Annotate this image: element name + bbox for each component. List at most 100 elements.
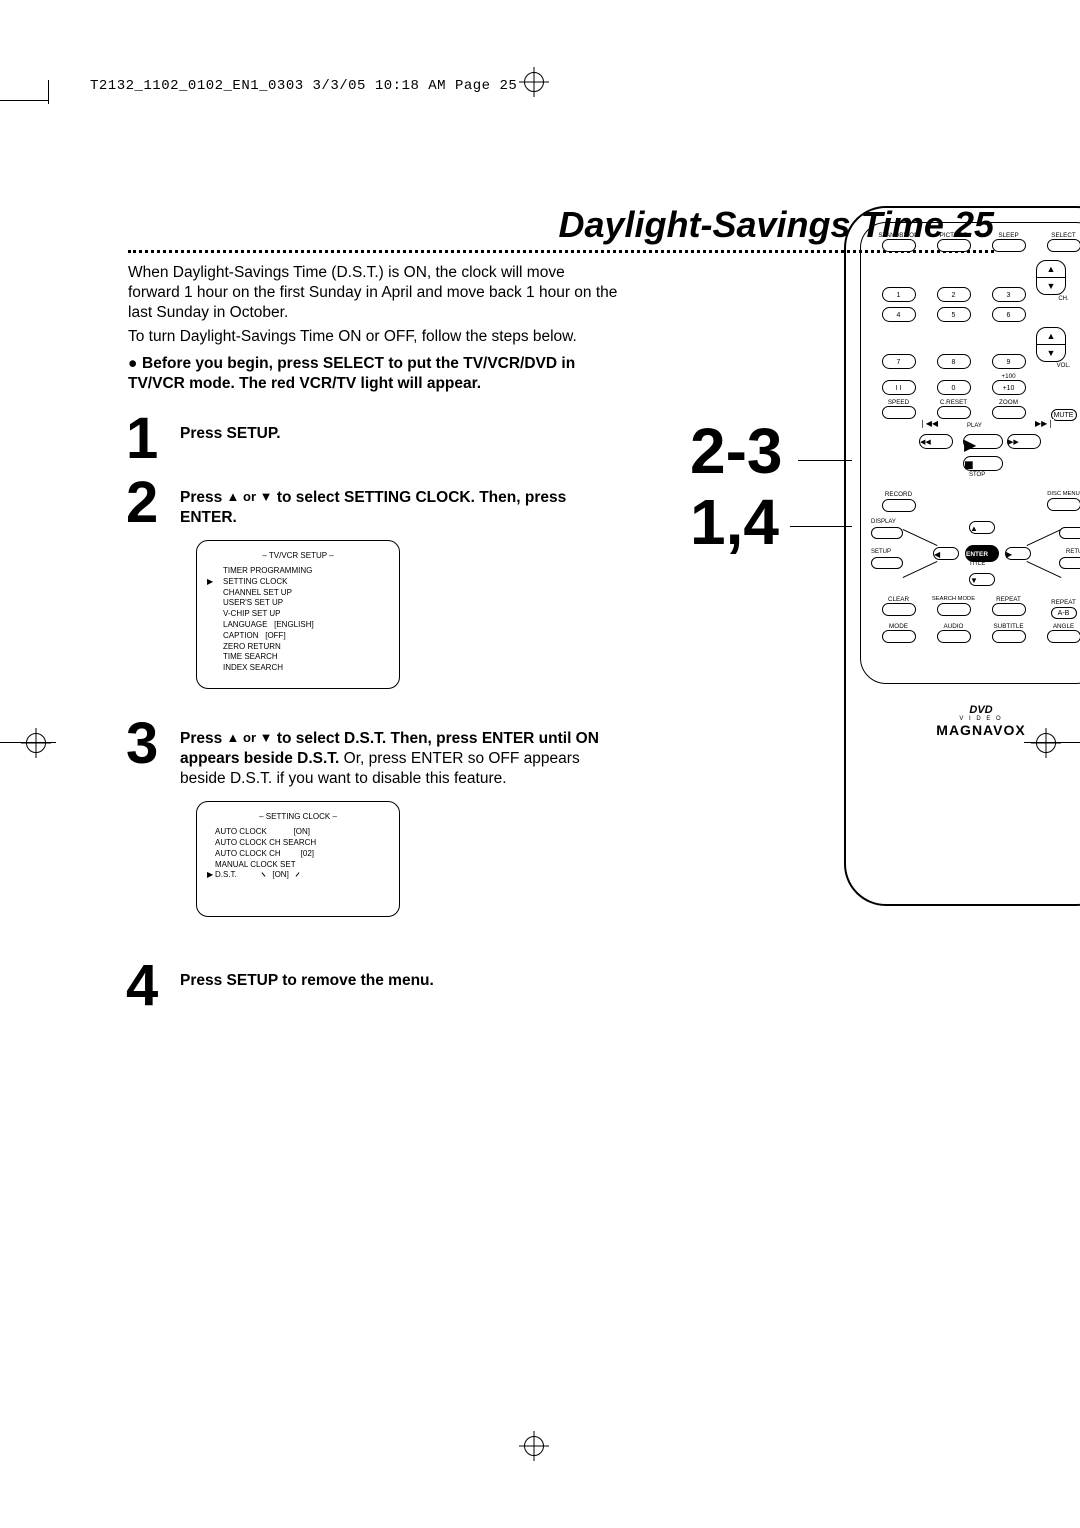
play-button[interactable]: ▶	[963, 434, 1003, 449]
osd1-item: TIMER PROGRAMMING	[207, 566, 389, 577]
label-angle: ANGLE	[1053, 623, 1074, 630]
searchmode-button[interactable]	[937, 603, 971, 616]
mode-button[interactable]	[882, 630, 916, 643]
channel-rocker[interactable]: ▲▼	[1036, 260, 1066, 295]
enter-button[interactable]: ENTER	[965, 545, 999, 562]
record-button[interactable]	[882, 499, 916, 512]
label-stop: STOP	[969, 472, 985, 478]
digit-7[interactable]: 7	[882, 354, 916, 369]
label-plus100: +100	[1001, 373, 1015, 380]
remote-illustration: STANDBY-ON PICTURE SLEEP SELECT 1 2 3 ▲▼…	[844, 206, 1080, 906]
plus10-button[interactable]: +10	[992, 380, 1026, 395]
mute-button[interactable]: MUTE	[1051, 409, 1077, 421]
speed-button[interactable]	[882, 406, 916, 419]
intro-2: To turn Daylight-Savings Time ON or OFF,…	[128, 327, 618, 347]
intro-1: When Daylight-Savings Time (D.S.T.) is O…	[128, 263, 618, 323]
repeat-ab-button[interactable]: A-B	[1051, 607, 1077, 619]
label-record: RECORD	[885, 491, 912, 498]
callout-2-3: 2-3	[690, 418, 783, 485]
creset-button[interactable]	[937, 406, 971, 419]
step-1: 1 Press SETUP.	[128, 424, 618, 444]
transport-cluster: PLAY ❘◀◀ ▶▶❘ ◀◀ ▶ ▶▶ ■ STOP	[871, 426, 1080, 486]
step-4: 4 Press SETUP to remove the menu.	[128, 971, 618, 991]
brand-name: MAGNAVOX	[936, 722, 1025, 738]
discmenu-button[interactable]	[1047, 498, 1080, 511]
label-audio: AUDIO	[944, 623, 964, 630]
nav-right-button[interactable]: ▶	[1005, 547, 1031, 560]
osd2-item: AUTO CLOCK [ON]	[207, 827, 389, 838]
label-vol: VOL.	[1036, 363, 1080, 369]
display-button[interactable]	[871, 527, 903, 539]
osd2-title: – SETTING CLOCK –	[207, 812, 389, 823]
step-1-number: 1	[126, 410, 158, 468]
label-title: TITLE	[969, 561, 985, 567]
step-4-text: Press SETUP to remove the menu.	[180, 972, 434, 989]
label-zoom: ZOOM	[999, 399, 1018, 406]
volume-rocker[interactable]: ▲▼	[1036, 327, 1066, 362]
page-content: Daylight-Savings Time 25 STANDBY-ON PICT…	[128, 202, 994, 992]
digit-1[interactable]: 1	[882, 287, 916, 302]
print-slug: T2132_1102_0102_EN1_0303 3/3/05 10:18 AM…	[90, 78, 517, 94]
digit-5[interactable]: 5	[937, 307, 971, 322]
next-icon: ▶▶❘	[1035, 419, 1054, 428]
pause-button[interactable]: I I	[882, 380, 916, 395]
angle-button[interactable]	[1047, 630, 1080, 643]
rewind-button[interactable]: ◀◀	[919, 434, 953, 449]
digit-3[interactable]: 3	[992, 287, 1026, 302]
step-2-number: 2	[126, 474, 158, 532]
clear-button[interactable]	[882, 603, 916, 616]
callout-1-4: 1,4	[690, 489, 783, 556]
step-2: 2 Press ▲ or ▼ to select SETTING CLOCK. …	[128, 488, 618, 689]
standby-button[interactable]	[882, 239, 916, 252]
label-standby: STANDBY-ON	[878, 232, 918, 239]
osd1-item: LANGUAGE [ENGLISH]	[207, 620, 389, 631]
nav-left-button[interactable]: ◀	[933, 547, 959, 560]
label-searchmode: SEARCH MODE	[932, 596, 975, 602]
osd2-item: MANUAL CLOCK SET	[207, 860, 389, 871]
digit-9[interactable]: 9	[992, 354, 1026, 369]
label-picture: PICTURE	[940, 232, 968, 239]
osd1-item: V-CHIP SET UP	[207, 609, 389, 620]
osd-tvvcr-setup: – TV/VCR SETUP – TIMER PROGRAMMING▶SETTI…	[196, 540, 400, 689]
label-mode: MODE	[889, 623, 908, 630]
digit-4[interactable]: 4	[882, 307, 916, 322]
step-3: 3 Press ▲ or ▼ to select D.S.T. Then, pr…	[128, 729, 618, 917]
digit-2[interactable]: 2	[937, 287, 971, 302]
osd1-title: – TV/VCR SETUP –	[207, 551, 389, 562]
osd1-item: ▶SETTING CLOCK	[207, 577, 389, 588]
fastfwd-button[interactable]: ▶▶	[1007, 434, 1041, 449]
nav-cluster: DISPLAY SETUP ▲ ◀ ENTER ▶ ▼ TITLE RETURN	[871, 519, 1080, 593]
return-button[interactable]	[1059, 557, 1080, 569]
nav-up-button[interactable]: ▲	[969, 521, 995, 534]
remote-brand: DVD V I D E O MAGNAVOX	[846, 704, 1080, 738]
label-repeat-ab: REPEAT	[1051, 599, 1076, 606]
callout-numbers: 2-3 1,4	[690, 418, 783, 556]
select-button[interactable]	[1047, 239, 1080, 252]
repeat-button[interactable]	[992, 603, 1026, 616]
step-2-text-a: Press	[180, 489, 227, 506]
prev-icon: ❘◀◀	[919, 419, 938, 428]
intro-block: When Daylight-Savings Time (D.S.T.) is O…	[128, 263, 618, 394]
label-setup: SETUP	[871, 549, 891, 555]
digit-8[interactable]: 8	[937, 354, 971, 369]
label-ch: CH.	[1036, 296, 1080, 302]
dvd-logo: DVD	[846, 704, 1080, 716]
intro-bullet-text: Before you begin, press SELECT to put th…	[128, 355, 575, 392]
audio-button[interactable]	[937, 630, 971, 643]
picture-button[interactable]	[937, 239, 971, 252]
label-creset: C.RESET	[940, 399, 967, 406]
digit-0[interactable]: 0	[937, 380, 971, 395]
label-select: SELECT	[1051, 232, 1076, 239]
stop-button[interactable]: ■	[963, 456, 1003, 471]
subtitle-button[interactable]	[992, 630, 1026, 643]
zoom-button[interactable]	[992, 406, 1026, 419]
setup-button[interactable]	[871, 557, 903, 569]
right-top-button[interactable]	[1059, 527, 1080, 539]
digit-6[interactable]: 6	[992, 307, 1026, 322]
sleep-button[interactable]	[992, 239, 1026, 252]
nav-down-button[interactable]: ▼	[969, 573, 995, 586]
osd1-item: CHANNEL SET UP	[207, 588, 389, 599]
osd1-item: INDEX SEARCH	[207, 663, 389, 674]
label-play: PLAY	[967, 423, 982, 429]
step-3-number: 3	[126, 715, 158, 773]
